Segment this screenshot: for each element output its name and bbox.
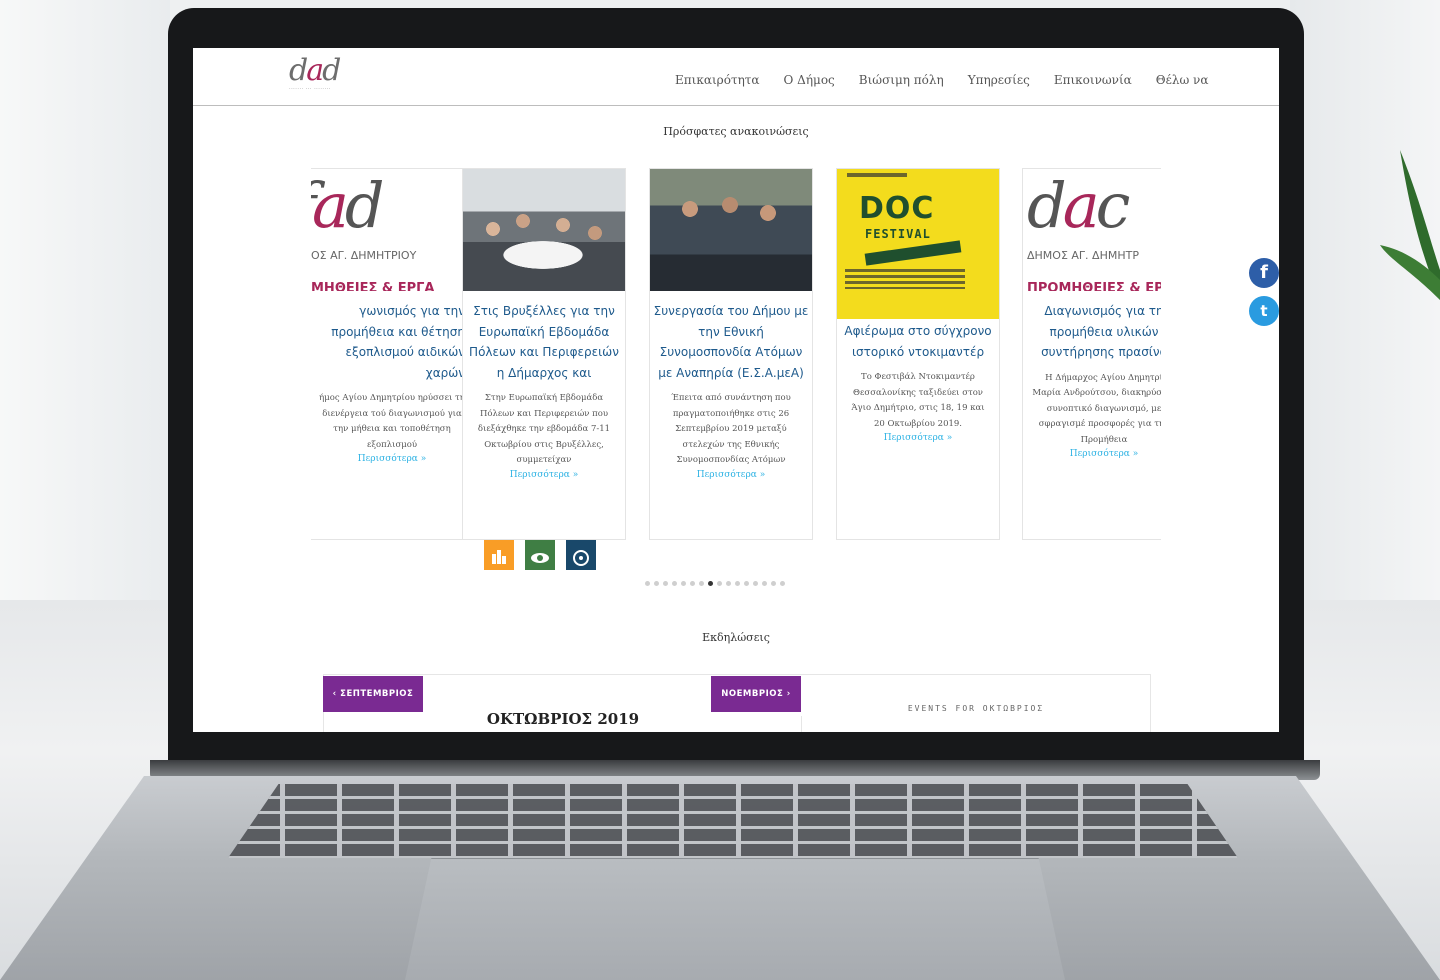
events-heading: Εκδηλώσεις xyxy=(702,631,770,644)
announcement-card[interactable]: dac ΔΗΜΟΣ ΑΓ. ΔΗΜΗΤΡ ΠΡΟΜΗΘΕΙΕΣ & ΕΡ Δια… xyxy=(1022,168,1161,540)
card-text: Έπειτα από συνάντηση που πραγματοποιήθηκ… xyxy=(671,393,791,465)
carousel-dot[interactable] xyxy=(699,581,704,586)
read-more-link[interactable]: Περισσότερα » xyxy=(650,470,812,480)
poster-header-text xyxy=(847,173,907,177)
logo-caption: ΟΣ ΑΓ. ΔΗΜΗΤΡΙΟΥ xyxy=(311,249,417,262)
logo-banner: ΜΗΘΕΙΕΣ & ΕΡΓΑ xyxy=(311,281,435,291)
next-month-button[interactable]: ΝΟΕΜΒΡΙΟΣ › xyxy=(711,676,801,712)
festival-poster: DOC FESTIVAL xyxy=(837,169,999,319)
carousel-dot[interactable] xyxy=(708,581,713,586)
announcement-card[interactable]: DOC FESTIVAL Αφιέρωμα στο σύγχρονο ιστορ… xyxy=(836,168,1000,540)
nav-item-i-want-to[interactable]: Θέλω να xyxy=(1156,73,1209,87)
meeting-photo xyxy=(463,169,625,291)
facebook-share-icon[interactable]: f xyxy=(1249,258,1279,288)
calendar-month-title: ΟΚΤΩΒΡΙΟΣ 2019 xyxy=(486,710,640,728)
laptop-trackpad xyxy=(405,858,1065,980)
announcement-card[interactable]: fad ΟΣ ΑΓ. ΔΗΜΗΤΡΙΟΥ ΜΗΘΕΙΕΣ & ΕΡΓΑ γωνι… xyxy=(311,168,474,540)
card-title[interactable]: Διαγωνισμός για τη προμήθεια υλικών συντ… xyxy=(1023,301,1161,363)
announcements-carousel: fad ΟΣ ΑΓ. ΔΗΜΗΤΡΙΟΥ ΜΗΘΕΙΕΣ & ΕΡΓΑ γωνι… xyxy=(311,168,1161,543)
carousel-dot[interactable] xyxy=(654,581,659,586)
nav-item-news[interactable]: Επικαιρότητα xyxy=(675,73,760,87)
carousel-dot[interactable] xyxy=(681,581,686,586)
announcements-heading: Πρόσφατες ανακοινώσεις xyxy=(663,125,809,138)
carousel-dot[interactable] xyxy=(780,581,785,586)
events-divider xyxy=(801,716,802,732)
poster-stripe xyxy=(864,240,962,266)
poster-title: DOC xyxy=(859,191,935,226)
card-image: dac ΔΗΜΟΣ ΑΓ. ΔΗΜΗΤΡ ΠΡΟΜΗΘΕΙΕΣ & ΕΡ xyxy=(1023,169,1161,291)
logo-mark: dad xyxy=(289,53,341,88)
carousel-dot[interactable] xyxy=(735,581,740,586)
carousel-dot[interactable] xyxy=(717,581,722,586)
card-title[interactable]: Στις Βρυξέλλες για την Ευρωπαϊκή Εβδομάδ… xyxy=(463,301,625,383)
twitter-share-icon[interactable]: t xyxy=(1249,296,1279,326)
announcement-card[interactable]: Στις Βρυξέλλες για την Ευρωπαϊκή Εβδομάδ… xyxy=(462,168,626,540)
keyboard-rows xyxy=(228,784,1238,858)
card-text: ήμος Αγίου Δημητρίου ηρύσσει τη διενέργε… xyxy=(319,393,465,450)
background-wall xyxy=(1290,0,1440,640)
read-more-link[interactable]: Περισσότερα » xyxy=(837,433,999,443)
carousel-dot[interactable] xyxy=(645,581,650,586)
plant-leaves xyxy=(1380,150,1440,300)
events-for-label: EVENTS FOR ΟΚΤΩΒΡΙΟΣ xyxy=(907,704,1045,713)
carousel-pager xyxy=(645,581,785,586)
poster-subtitle: FESTIVAL xyxy=(865,227,931,241)
card-text: Στην Ευρωπαϊκή Εβδομάδα Πόλεων και Περιφ… xyxy=(477,393,611,465)
site-logo[interactable]: dad ······· ··· ········ xyxy=(289,56,353,96)
card-title[interactable]: Συνεργασία του Δήμου με την Εθνική Συνομ… xyxy=(650,301,812,383)
card-text: Το Φεστιβάλ Ντοκιμαντέρ Θεσσαλονίκης ταξ… xyxy=(851,372,985,429)
carousel-dot[interactable] xyxy=(672,581,677,586)
card-image: fad ΟΣ ΑΓ. ΔΗΜΗΤΡΙΟΥ ΜΗΘΕΙΕΣ & ΕΡΓΑ xyxy=(311,169,473,291)
carousel-dot[interactable] xyxy=(762,581,767,586)
sdg-15-icon[interactable] xyxy=(525,540,555,570)
card-text: Η Δήμαρχος Αγίου Δημητρί Μαρία Ανδρούτσο… xyxy=(1032,372,1161,445)
browser-viewport: dad ······· ··· ········ Επικαιρότητα Ο … xyxy=(193,48,1279,732)
sdg-11-icon[interactable] xyxy=(484,540,514,570)
logo-banner: ΠΡΟΜΗΘΕΙΕΣ & ΕΡ xyxy=(1027,281,1161,291)
card-title[interactable]: γωνισμός για την προμήθεια και θέτηση εξ… xyxy=(311,301,473,383)
main-nav: Επικαιρότητα Ο Δήμος Βιώσιμη πόλη Υπηρεσ… xyxy=(675,73,1208,87)
logo-tagline: ······· ··· ········ xyxy=(289,86,331,92)
nav-item-municipality[interactable]: Ο Δήμος xyxy=(784,73,835,87)
carousel-dot[interactable] xyxy=(753,581,758,586)
read-more-link[interactable]: Περισσότερα » xyxy=(1023,449,1161,459)
site-header: dad ······· ··· ········ Επικαιρότητα Ο … xyxy=(193,48,1279,106)
municipality-logo-image: fad xyxy=(311,169,385,242)
background-window xyxy=(0,0,170,640)
poster-schedule xyxy=(845,269,965,289)
card-image xyxy=(650,169,812,291)
card-image: DOC FESTIVAL xyxy=(837,169,999,319)
nav-item-services[interactable]: Υπηρεσίες xyxy=(968,73,1030,87)
sdg-17-icon[interactable] xyxy=(566,540,596,570)
read-more-link[interactable]: Περισσότερα » xyxy=(311,454,473,464)
card-image xyxy=(463,169,625,291)
card-title[interactable]: Αφιέρωμα στο σύγχρονο ιστορικό ντοκιμαντ… xyxy=(837,321,999,362)
carousel-dot[interactable] xyxy=(726,581,731,586)
carousel-dot[interactable] xyxy=(744,581,749,586)
carousel-dot[interactable] xyxy=(663,581,668,586)
municipality-logo-image: dac xyxy=(1027,169,1130,242)
nav-item-sustainable-city[interactable]: Βιώσιμη πόλη xyxy=(859,73,944,87)
nav-item-contact[interactable]: Επικοινωνία xyxy=(1054,73,1132,87)
carousel-dot[interactable] xyxy=(771,581,776,586)
logo-caption: ΔΗΜΟΣ ΑΓ. ΔΗΜΗΤΡ xyxy=(1027,249,1139,262)
meeting-photo xyxy=(650,169,812,291)
carousel-dot[interactable] xyxy=(690,581,695,586)
prev-month-button[interactable]: ‹ ΣΕΠΤΕΜΒΡΙΟΣ xyxy=(323,676,423,712)
read-more-link[interactable]: Περισσότερα » xyxy=(463,470,625,480)
announcement-card[interactable]: Συνεργασία του Δήμου με την Εθνική Συνομ… xyxy=(649,168,813,540)
